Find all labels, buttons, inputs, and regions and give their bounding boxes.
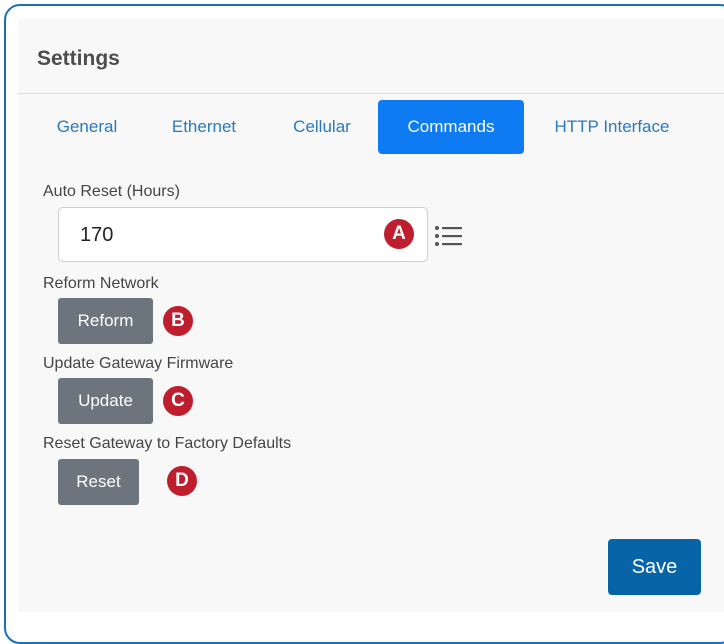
tab-general[interactable]: General (36, 100, 138, 154)
auto-reset-field[interactable]: A (58, 207, 428, 262)
tab-ethernet[interactable]: Ethernet (152, 100, 256, 154)
list-icon[interactable] (434, 225, 464, 247)
update-firmware-label: Update Gateway Firmware (43, 355, 234, 372)
page-title: Settings (37, 47, 120, 70)
auto-reset-label: Auto Reset (Hours) (43, 183, 180, 200)
update-button[interactable]: Update (58, 378, 153, 424)
save-button[interactable]: Save (608, 539, 701, 595)
settings-card: Settings General Ethernet Cellular Comma… (18, 18, 724, 612)
marker-a: A (384, 219, 414, 249)
factory-reset-label: Reset Gateway to Factory Defaults (43, 435, 292, 452)
reform-button[interactable]: Reform (58, 298, 153, 344)
card-header: Settings (18, 18, 724, 94)
marker-b: B (163, 306, 193, 336)
reset-button[interactable]: Reset (58, 459, 139, 505)
marker-c: C (163, 386, 193, 416)
auto-reset-input[interactable] (80, 222, 360, 248)
tab-http-interface[interactable]: HTTP Interface (534, 100, 690, 154)
tab-commands[interactable]: Commands (378, 100, 524, 154)
reform-network-label: Reform Network (43, 275, 159, 292)
tab-cellular[interactable]: Cellular (272, 100, 372, 154)
marker-d: D (167, 466, 197, 496)
tab-bar: General Ethernet Cellular Commands HTTP … (18, 100, 724, 156)
